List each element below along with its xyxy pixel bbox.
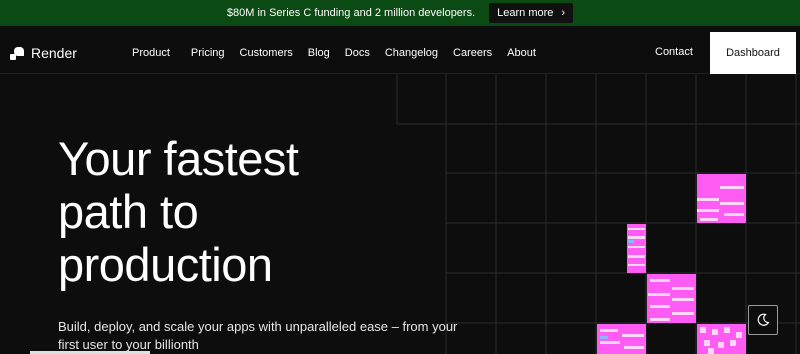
nav-link-blog[interactable]: Blog: [308, 47, 330, 59]
hero-subtitle: Build, deploy, and scale your apps with …: [58, 319, 458, 352]
magenta-block-1: [697, 174, 746, 223]
magenta-block-4: [597, 324, 646, 354]
theme-toggle-button[interactable]: [748, 305, 778, 335]
nav-link-docs[interactable]: Docs: [345, 47, 370, 59]
contact-link[interactable]: Contact: [655, 46, 693, 58]
nav-link-pricing[interactable]: Pricing: [191, 47, 225, 59]
render-logo[interactable]: Render: [10, 32, 77, 74]
nav-link-changelog[interactable]: Changelog: [385, 47, 438, 59]
learn-more-label: Learn more: [497, 7, 554, 19]
render-logo-icon: [10, 46, 24, 60]
chevron-right-icon: ›: [561, 7, 566, 19]
magenta-block-3: [647, 274, 696, 323]
magenta-block-2: [627, 224, 646, 273]
announcement-banner: $80M in Series C funding and 2 million d…: [0, 0, 800, 26]
logo-text: Render: [31, 45, 77, 61]
banner-text: $80M in Series C funding and 2 million d…: [226, 7, 476, 19]
moon-icon: [757, 313, 770, 326]
top-navigation: Render Product Pricing Customers Blog Do…: [0, 32, 800, 74]
dashboard-button[interactable]: Dashboard: [710, 32, 796, 74]
hero-title: Your fastest path to production: [58, 132, 299, 291]
nav-link-careers[interactable]: Careers: [453, 47, 492, 59]
nav-link-about[interactable]: About: [507, 47, 536, 59]
magenta-block-5: [697, 324, 746, 354]
learn-more-button[interactable]: Learn more ›: [489, 3, 574, 23]
nav-link-product[interactable]: Product: [132, 47, 170, 59]
nav-link-customers[interactable]: Customers: [240, 47, 293, 59]
nav-links: Product Pricing Customers Blog Docs Chan…: [120, 32, 551, 74]
